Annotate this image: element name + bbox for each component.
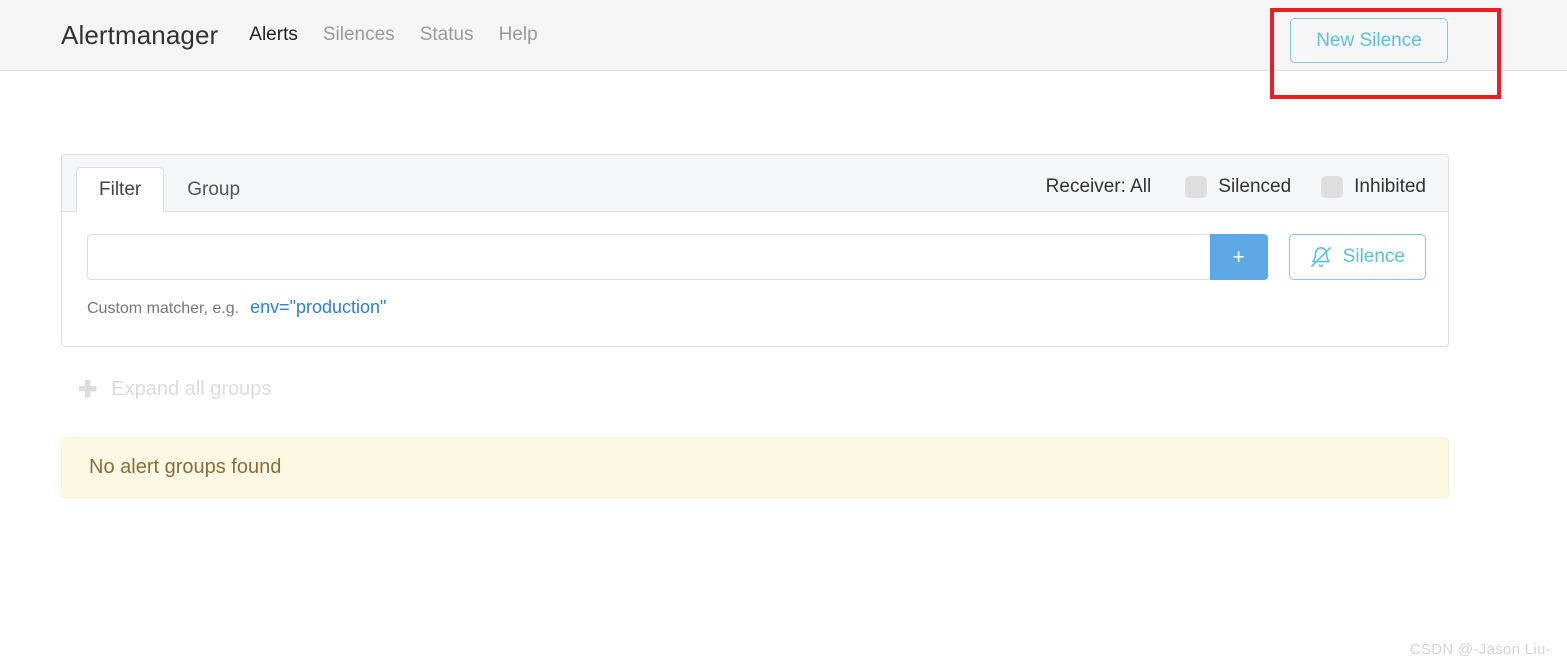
inhibited-label: Inhibited [1354,176,1426,197]
tab-filter[interactable]: Filter [76,167,165,212]
inhibited-toggle-group[interactable]: Inhibited [1321,176,1426,198]
nav-link-status[interactable]: Status [420,24,474,46]
filter-header-controls: Receiver: All Silenced Inhibited [1046,176,1426,198]
add-matcher-button[interactable]: + [1209,234,1268,280]
expand-all-groups-button[interactable]: ✚ Expand all groups [78,378,271,401]
inhibited-checkbox[interactable] [1321,176,1344,198]
silence-button[interactable]: Silence [1288,234,1426,280]
new-silence-button[interactable]: New Silence [1290,18,1448,63]
brand-title: Alertmanager [61,19,219,50]
tab-group[interactable]: Group [164,167,263,212]
nav-link-silences[interactable]: Silences [323,24,395,46]
silenced-toggle-group[interactable]: Silenced [1185,176,1291,198]
nav-links: Alerts Silences Status Help [249,24,537,46]
navbar: Alertmanager Alerts Silences Status Help… [0,0,1567,71]
expand-all-groups-label: Expand all groups [111,378,272,400]
plus-icon: ✚ [78,376,98,402]
receiver-selector[interactable]: Receiver: All [1046,176,1152,198]
bell-slash-icon [1310,246,1332,268]
filter-card-header: Filter Group Receiver: All Silenced Inhi… [62,155,1448,212]
filter-card: Filter Group Receiver: All Silenced Inhi… [61,154,1449,347]
nav-link-alerts[interactable]: Alerts [249,24,298,46]
silenced-checkbox[interactable] [1185,176,1208,198]
filter-card-body: + Silence Custom matcher, e.g. env="prod… [62,212,1448,318]
silenced-label: Silenced [1218,176,1292,197]
matcher-hint-example[interactable]: env="production" [250,297,386,318]
matcher-hint: Custom matcher, e.g. env="production" [87,297,1426,318]
matcher-input-group: + [87,234,1268,280]
no-alert-groups-banner: No alert groups found [61,437,1449,498]
watermark: CSDN @-Jason Liu- [1409,641,1551,658]
nav-link-help[interactable]: Help [499,24,538,46]
silence-button-label: Silence [1342,246,1405,267]
matcher-input[interactable] [87,234,1210,280]
no-alert-groups-message: No alert groups found [89,456,282,478]
matcher-hint-label: Custom matcher, e.g. [87,300,240,317]
matcher-row: + Silence [87,234,1426,280]
filter-tabs: Filter Group [76,155,263,212]
